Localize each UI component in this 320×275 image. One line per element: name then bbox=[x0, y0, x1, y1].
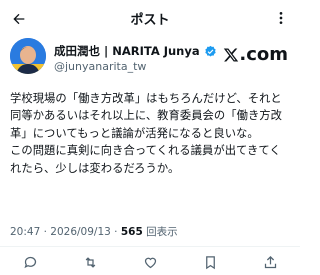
view-label: 回表示 bbox=[146, 226, 178, 238]
x-com-logo: .com bbox=[223, 44, 288, 65]
reply-icon bbox=[23, 256, 36, 268]
dots-vertical-icon bbox=[279, 12, 283, 24]
action-bar bbox=[0, 252, 300, 272]
page-title: ポスト bbox=[130, 13, 170, 28]
repost-button[interactable] bbox=[81, 253, 99, 271]
post-paragraph: この問題に真剣に向き合ってくれる議員が出てきてくれたら、少しは変わるだろうか。 bbox=[10, 144, 281, 175]
post-text: 学校現場の「働き方改革」はもちろんだけど、それと同等かあるいはそれ以上に、教育委… bbox=[10, 90, 290, 177]
divider bbox=[0, 246, 300, 247]
more-options-button[interactable] bbox=[270, 7, 292, 29]
avatar-photo bbox=[10, 38, 46, 74]
x-logo-icon bbox=[224, 48, 239, 62]
post-date[interactable]: 2026/09/13 bbox=[50, 226, 111, 238]
logo-text: .com bbox=[239, 44, 288, 65]
like-button[interactable] bbox=[141, 253, 159, 271]
share-button[interactable] bbox=[261, 253, 279, 271]
post-paragraph: 学校現場の「働き方改革」はもちろんだけど、それと同等かあるいはそれ以上に、教育委… bbox=[10, 92, 282, 140]
view-count[interactable]: 565 bbox=[121, 226, 143, 238]
top-bar: ポスト bbox=[0, 0, 300, 36]
post-meta: 20:47 · 2026/09/13 · 565 回表示 bbox=[10, 224, 178, 239]
share-icon bbox=[264, 255, 276, 268]
verified-badge-icon bbox=[204, 45, 216, 57]
bookmark-button[interactable] bbox=[201, 253, 219, 271]
author-handle[interactable]: @junyanarita_tw bbox=[54, 60, 146, 73]
avatar[interactable] bbox=[10, 38, 46, 74]
post-time[interactable]: 20:47 bbox=[10, 226, 40, 238]
repost-icon bbox=[85, 256, 95, 268]
author-name[interactable]: 成田潤也 | NARITA Junya bbox=[54, 43, 200, 59]
bookmark-icon bbox=[205, 255, 215, 269]
reply-button[interactable] bbox=[21, 253, 39, 271]
meta-separator: · bbox=[114, 226, 121, 238]
author-row: 成田潤也 | NARITA Junya @junyanarita_tw .com bbox=[0, 36, 300, 80]
heart-icon bbox=[144, 257, 156, 268]
